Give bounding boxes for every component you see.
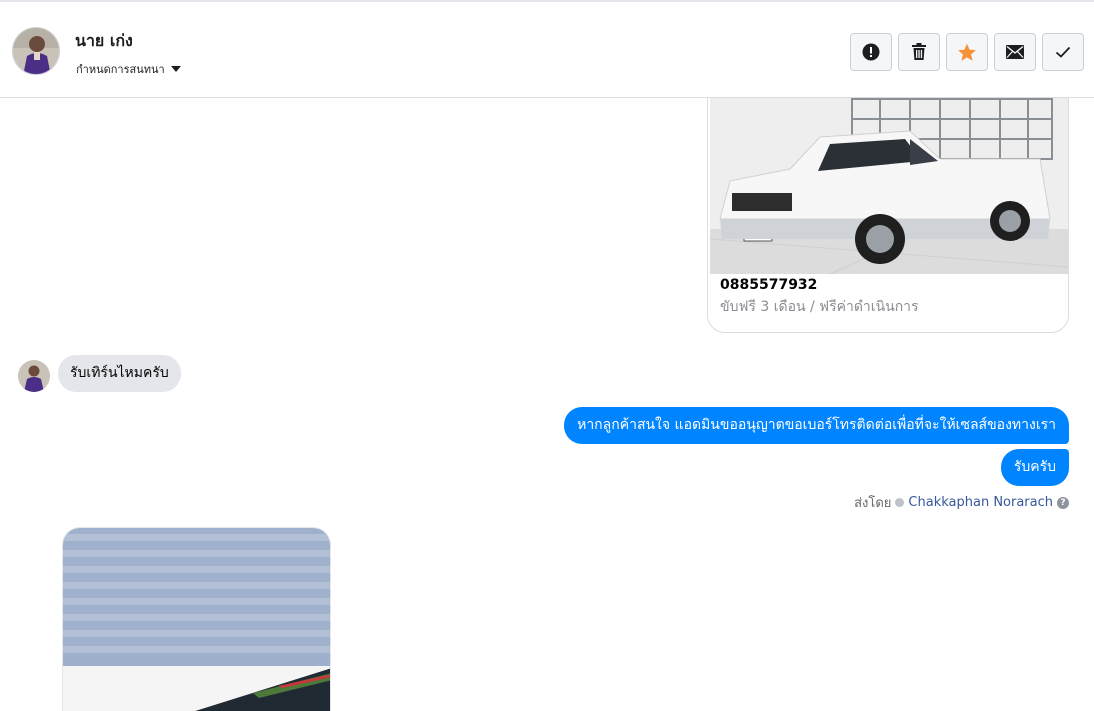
header-toolbar xyxy=(850,33,1084,71)
sent-by-agent[interactable]: Chakkaphan Norarach xyxy=(908,495,1053,510)
agent-dot-icon xyxy=(895,498,905,507)
card-subtitle: ขับฟรี 3 เดือน / ฟรีค่าดำเนินการ xyxy=(720,299,919,315)
pickup-truck-photo[interactable] xyxy=(710,98,1068,274)
done-button[interactable] xyxy=(1042,33,1084,71)
caret-down-icon xyxy=(170,66,181,72)
check-icon xyxy=(1055,46,1071,58)
envelope-icon xyxy=(1006,45,1024,59)
incoming-image[interactable] xyxy=(62,527,331,711)
help-icon[interactable]: ? xyxy=(1057,496,1069,509)
exclamation-circle-icon xyxy=(862,43,880,61)
conversation-header: นาย เก่ง กำหนดการสนทนา xyxy=(0,0,1094,98)
blurred-photo-icon xyxy=(63,528,330,711)
avatar-photo-icon xyxy=(18,360,50,392)
outgoing-message[interactable]: หากลูกค้าสนใจ แอดมินขออนุญาตขอเบอร์โทรติ… xyxy=(564,407,1069,444)
incoming-message[interactable]: รับเทิร์นไหมครับ xyxy=(58,355,181,392)
spam-button[interactable] xyxy=(850,33,892,71)
sent-by-label: ส่งโดย xyxy=(854,496,892,511)
mark-unread-button[interactable] xyxy=(994,33,1036,71)
avatar-photo-icon xyxy=(13,28,59,74)
inbox-conversation: นาย เก่ง กำหนดการสนทนา 0885577932 ขับฟรี… xyxy=(0,0,1094,711)
outgoing-message[interactable]: รับครับ xyxy=(1000,449,1069,486)
card-title: 0885577932 xyxy=(720,277,818,293)
message-thread[interactable]: 0885577932 ขับฟรี 3 เดือน / ฟรีค่าดำเนิน… xyxy=(0,98,1094,711)
avatar[interactable] xyxy=(12,27,60,75)
contact-name[interactable]: นาย เก่ง xyxy=(75,29,133,54)
sender-avatar[interactable] xyxy=(18,360,50,392)
trash-icon xyxy=(912,43,926,60)
star-icon xyxy=(958,43,976,61)
conversation-status-dropdown[interactable]: กำหนดการสนทนา xyxy=(76,60,181,78)
truck-image-icon xyxy=(710,98,1068,274)
delete-button[interactable] xyxy=(898,33,940,71)
conversation-status-label: กำหนดการสนทนา xyxy=(76,63,165,76)
outgoing-product-card[interactable]: 0885577932 ขับฟรี 3 เดือน / ฟรีค่าดำเนิน… xyxy=(707,98,1069,333)
star-button[interactable] xyxy=(946,33,988,71)
sent-by-line: ส่งโดย Chakkaphan Norarach ? xyxy=(854,492,1069,513)
